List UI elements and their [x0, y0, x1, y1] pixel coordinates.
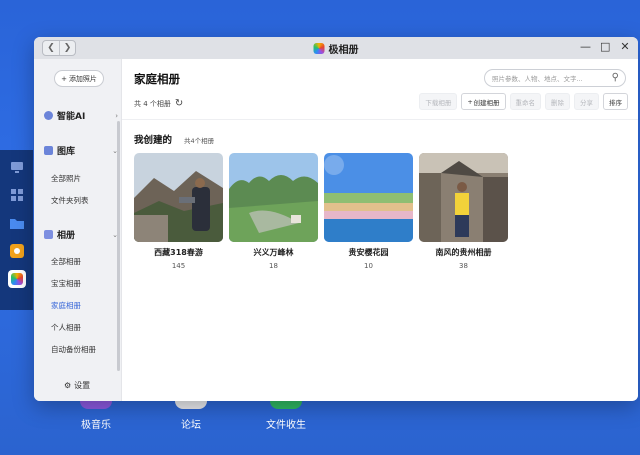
back-arrow-icon[interactable]: ❮ — [43, 41, 59, 55]
album-name: 贵安樱花园 — [348, 248, 389, 257]
minimize-icon[interactable]: — — [580, 41, 591, 53]
desktop-app-label: 论坛 — [181, 420, 201, 431]
monitor-icon[interactable] — [8, 158, 26, 176]
gear-icon: ⚙ — [64, 381, 72, 390]
album-cover-image — [324, 153, 413, 242]
page-title: 家庭相册 — [134, 72, 180, 86]
album-name: 西藏318春游 — [154, 248, 203, 257]
title-bar: ❮ ❯ 极相册 — □ ✕ — [34, 37, 638, 59]
sidebar-item-personal-album[interactable]: 个人相册 — [51, 322, 81, 333]
search-icon[interactable]: ⚲ — [612, 72, 619, 83]
create-album-label: 创建相册 — [473, 98, 500, 107]
sidebar-item-all-albums[interactable]: 全部相册 — [51, 256, 81, 267]
folder-icon[interactable] — [8, 214, 26, 232]
sidebar-section-label: 智能AI — [57, 112, 86, 122]
sidebar-item-all-photos[interactable]: 全部照片 — [51, 173, 81, 184]
delete-button[interactable]: 删除 — [545, 93, 570, 110]
plus-icon: + — [61, 74, 67, 83]
window-title-text: 极相册 — [328, 44, 359, 56]
settings-label: 设置 — [74, 381, 91, 390]
sidebar: + 添加照片 智能AI › 图库 ⌄ 全部照片 文件夹列表 相册 ⌄ 全部相册 … — [34, 59, 122, 401]
sidebar-item-baby-album[interactable]: 宝宝相册 — [51, 278, 81, 289]
add-photo-label: 添加照片 — [68, 74, 97, 83]
main-content: 家庭相册 照片参数、人物、地点、文字... ⚲ 共 4 个相册 ↻ 下载相册 +… — [122, 59, 638, 401]
forward-arrow-icon[interactable]: ❯ — [59, 41, 75, 55]
album-icon — [44, 230, 53, 239]
sidebar-scrollbar[interactable] — [117, 121, 120, 371]
settings-button[interactable]: ⚙ 设置 — [64, 380, 90, 391]
album-photo-count: 38 — [459, 262, 468, 270]
album-card[interactable]: 西藏318春游 145 — [134, 153, 223, 270]
window-controls: — □ ✕ — [580, 41, 630, 53]
download-album-button[interactable]: 下载相册 — [419, 93, 458, 110]
app-logo-icon — [313, 42, 325, 54]
nav-arrows: ❮ ❯ — [42, 40, 76, 56]
sidebar-section-albums[interactable]: 相册 ⌄ — [44, 228, 118, 241]
album-count-text: 共 4 个相册 — [134, 99, 171, 108]
album-count: 共 4 个相册 ↻ — [134, 98, 183, 109]
album-name: 兴义万峰林 — [253, 248, 294, 257]
sidebar-item-family-album[interactable]: 家庭相册 — [51, 300, 81, 311]
app-orange-icon[interactable] — [8, 242, 26, 260]
chevron-right-icon: › — [115, 111, 118, 120]
photo-app-icon[interactable] — [7, 270, 26, 288]
album-card[interactable]: 贵安樱花园 10 — [324, 153, 413, 270]
search-placeholder: 照片参数、人物、地点、文字... — [492, 75, 583, 83]
desktop-dock — [0, 150, 33, 310]
search-input[interactable]: 照片参数、人物、地点、文字... ⚲ — [484, 69, 626, 87]
photo-album-window: ❮ ❯ 极相册 — □ ✕ + 添加照片 智能AI › 图库 ⌄ 全部照片 文件… — [34, 37, 638, 401]
refresh-icon[interactable]: ↻ — [175, 98, 183, 109]
gallery-icon — [44, 146, 53, 155]
divider — [122, 119, 638, 120]
share-button[interactable]: 分享 — [574, 93, 599, 110]
toolbar: 下载相册 + 创建相册 重命名 删除 分享 排序 — [419, 93, 628, 110]
album-cover-image — [134, 153, 223, 242]
section-title: 我创建的 — [134, 135, 173, 146]
section-count: 共4个相册 — [184, 137, 215, 145]
create-album-button[interactable]: + 创建相册 — [461, 93, 506, 110]
album-card[interactable]: 南风的贵州相册 38 — [419, 153, 508, 270]
maximize-icon[interactable]: □ — [600, 41, 610, 53]
desktop-app-label: 文件收生 — [266, 420, 306, 431]
apps-grid-icon[interactable] — [8, 186, 26, 204]
ai-icon — [44, 111, 53, 120]
album-cover-image — [419, 153, 508, 242]
sidebar-item-auto-backup-album[interactable]: 自动备份相册 — [51, 344, 96, 355]
album-card[interactable]: 兴义万峰林 18 — [229, 153, 318, 270]
sidebar-section-label: 相册 — [57, 231, 76, 241]
close-icon[interactable]: ✕ — [620, 41, 630, 53]
album-name: 南风的贵州相册 — [435, 248, 492, 257]
add-photo-button[interactable]: + 添加照片 — [54, 70, 104, 87]
album-photo-count: 10 — [364, 262, 373, 270]
sidebar-section-label: 图库 — [57, 147, 76, 157]
sidebar-section-ai[interactable]: 智能AI › — [44, 109, 118, 122]
album-photo-count: 18 — [269, 262, 278, 270]
sidebar-section-gallery[interactable]: 图库 ⌄ — [44, 144, 118, 157]
rename-button[interactable]: 重命名 — [509, 93, 541, 110]
sidebar-item-folder-list[interactable]: 文件夹列表 — [51, 195, 89, 206]
album-cover-image — [229, 153, 318, 242]
section-header: 我创建的 共4个相册 — [134, 132, 214, 146]
album-photo-count: 145 — [171, 262, 186, 270]
sort-button[interactable]: 排序 — [603, 93, 628, 110]
window-title: 极相册 — [313, 41, 359, 56]
desktop-app-label: 极音乐 — [81, 420, 111, 431]
